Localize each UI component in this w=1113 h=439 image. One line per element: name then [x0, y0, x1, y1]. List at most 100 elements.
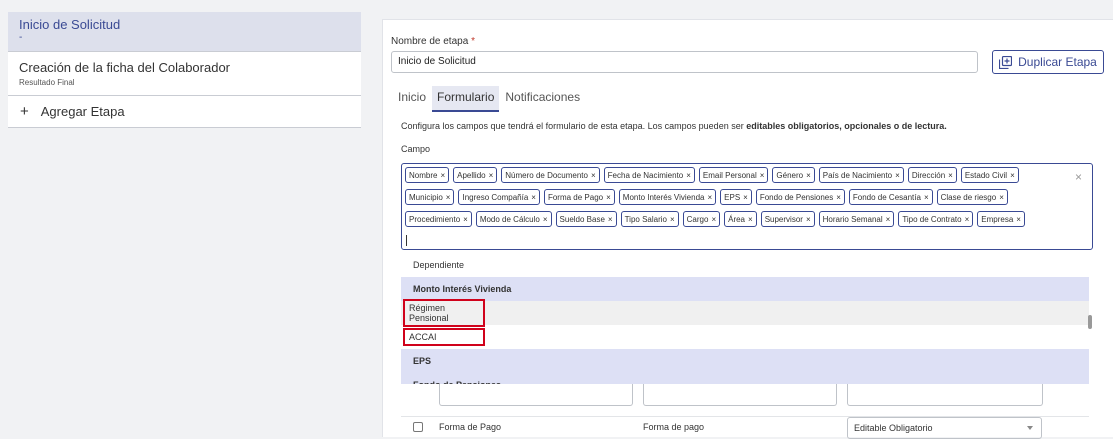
chip-label: Forma de Pago: [547, 192, 604, 202]
filter-input-mode[interactable]: [847, 384, 1043, 406]
chip-remove-icon[interactable]: ×: [743, 193, 748, 202]
tab-notificaciones[interactable]: Notificaciones: [503, 86, 582, 112]
chip-label: Dirección: [911, 170, 946, 180]
chip-remove-icon[interactable]: ×: [1010, 171, 1015, 180]
duplicate-icon: [999, 55, 1013, 69]
chip-label: Cargo: [686, 214, 709, 224]
tab-formulario[interactable]: Formulario: [432, 86, 500, 112]
field-chip: Género ×: [772, 167, 815, 183]
field-chip: Dirección ×: [907, 167, 957, 183]
chip-remove-icon[interactable]: ×: [760, 171, 765, 180]
field-chip: Estado Civil ×: [960, 167, 1019, 183]
chip-remove-icon[interactable]: ×: [836, 193, 841, 202]
mode-select[interactable]: Editable Obligatorio: [847, 417, 1042, 439]
chip-remove-icon[interactable]: ×: [591, 171, 596, 180]
field-chip: Supervisor ×: [760, 211, 815, 227]
chip-list: Nombre × Apellido × Número de Documento × Fech…: [405, 167, 1055, 233]
tab-inicio[interactable]: Inicio: [396, 86, 428, 112]
duplicate-stage-button[interactable]: Duplicar Etapa: [992, 50, 1104, 74]
chevron-down-icon: [1027, 426, 1033, 430]
chip-label: Estado Civil: [964, 170, 1008, 180]
field-chip: Email Personal ×: [698, 167, 769, 183]
chip-remove-icon[interactable]: ×: [463, 215, 468, 224]
chip-remove-icon[interactable]: ×: [707, 193, 712, 202]
dropdown-option[interactable]: Fondo de Pensiones: [401, 373, 1089, 384]
add-stage-button[interactable]: + Agregar Etapa: [8, 96, 361, 128]
options-dropdown[interactable]: Dependiente Monto Interés Vivienda Régimen…: [401, 253, 1089, 384]
table-row: Forma de Pago Forma de pago Editable Obl…: [401, 416, 1089, 439]
table-filter-inputs: [401, 384, 1089, 406]
chip-label: Empresa: [981, 214, 1014, 224]
dropdown-option[interactable]: EPS: [401, 349, 1089, 373]
add-stage-label: Agregar Etapa: [40, 104, 125, 119]
field-chip: EPS ×: [720, 189, 752, 205]
dropdown-option[interactable]: Dependiente: [401, 253, 1089, 277]
chip-label: Horario Semanal: [822, 214, 883, 224]
chip-remove-icon[interactable]: ×: [531, 193, 536, 202]
dropdown-option[interactable]: ACCAI: [401, 325, 1089, 349]
chip-remove-icon[interactable]: ×: [965, 215, 970, 224]
stage-item-inicio[interactable]: Inicio de Solicitud -: [8, 12, 361, 52]
filter-input-field[interactable]: [439, 384, 633, 406]
chip-label: Nombre: [409, 170, 438, 180]
field-chip: Modo de Cálculo ×: [475, 211, 552, 227]
duplicate-label: Duplicar Etapa: [1018, 55, 1097, 69]
chip-label: Tipo Salario: [624, 214, 667, 224]
field-chip: Fecha de Nacimiento ×: [603, 167, 695, 183]
chip-remove-icon[interactable]: ×: [999, 193, 1004, 202]
required-mark: *: [471, 36, 475, 47]
dropdown-option[interactable]: Régimen Pensional: [401, 299, 1089, 327]
chip-remove-icon[interactable]: ×: [446, 193, 451, 202]
dropdown-option[interactable]: Monto Interés Vivienda: [401, 277, 1089, 301]
dropdown-scrollbar[interactable]: [1088, 315, 1092, 329]
field-chip: Nombre ×: [405, 167, 450, 183]
chip-remove-icon[interactable]: ×: [686, 171, 691, 180]
chip-label: Monto Interés Vivienda: [622, 192, 705, 202]
stage-subtitle: Resultado Final: [19, 78, 75, 87]
chip-remove-icon[interactable]: ×: [806, 215, 811, 224]
form-description: Configura los campos que tendrá el formu…: [401, 121, 947, 131]
chip-remove-icon[interactable]: ×: [806, 171, 811, 180]
chip-remove-icon[interactable]: ×: [711, 215, 716, 224]
chip-label: Tipo de Contrato: [902, 214, 962, 224]
chip-label: Sueldo Base: [559, 214, 605, 224]
field-chip: Ingreso Compañía ×: [458, 189, 540, 205]
chip-remove-icon[interactable]: ×: [886, 215, 891, 224]
stage-item-creacion[interactable]: Creación de la ficha del Colaborador Res…: [8, 52, 361, 96]
stage-name-input[interactable]: Inicio de Solicitud: [391, 51, 978, 73]
chip-label: Modo de Cálculo: [479, 214, 540, 224]
campo-label: Campo: [401, 144, 431, 154]
chip-remove-icon[interactable]: ×: [608, 215, 613, 224]
chip-remove-icon[interactable]: ×: [489, 171, 494, 180]
field-chip: Procedimiento ×: [405, 211, 472, 227]
chip-remove-icon[interactable]: ×: [543, 215, 548, 224]
chip-remove-icon[interactable]: ×: [440, 171, 445, 180]
chip-label: Supervisor: [764, 214, 803, 224]
row-checkbox[interactable]: [413, 422, 423, 432]
option-label: Dependiente: [413, 260, 465, 270]
chip-remove-icon[interactable]: ×: [948, 171, 953, 180]
chip-remove-icon[interactable]: ×: [895, 171, 900, 180]
stages-panel: Inicio de Solicitud - Creación de la fic…: [8, 12, 361, 128]
row-label: Forma de pago: [643, 422, 705, 432]
filter-input-label[interactable]: [643, 384, 837, 406]
plus-icon: +: [20, 103, 29, 120]
chip-remove-icon[interactable]: ×: [670, 215, 675, 224]
clear-all-icon[interactable]: ×: [1075, 170, 1082, 184]
chip-remove-icon[interactable]: ×: [606, 193, 611, 202]
stage-subtitle: -: [19, 32, 23, 43]
description-bold: editables obligatorios, opcionales o de …: [746, 121, 947, 131]
stage-editor: Nombre de etapa * Inicio de Solicitud Du…: [382, 19, 1113, 439]
chip-label: Ingreso Compañía: [462, 192, 529, 202]
field-multiselect[interactable]: Nombre × Apellido × Número de Documento × Fech…: [401, 163, 1093, 250]
chip-remove-icon[interactable]: ×: [1016, 215, 1021, 224]
description-text: Configura los campos que tendrá el formu…: [401, 121, 747, 131]
chip-remove-icon[interactable]: ×: [748, 215, 753, 224]
chip-label: Género: [776, 170, 804, 180]
field-chip: Clase de riesgo ×: [936, 189, 1008, 205]
chip-label: Apellido: [457, 170, 486, 180]
chip-remove-icon[interactable]: ×: [924, 193, 929, 202]
chip-label: Fondo de Cesantía: [852, 192, 921, 202]
field-chip: País de Nacimiento ×: [818, 167, 904, 183]
stage-title: Creación de la ficha del Colaborador: [19, 60, 231, 75]
